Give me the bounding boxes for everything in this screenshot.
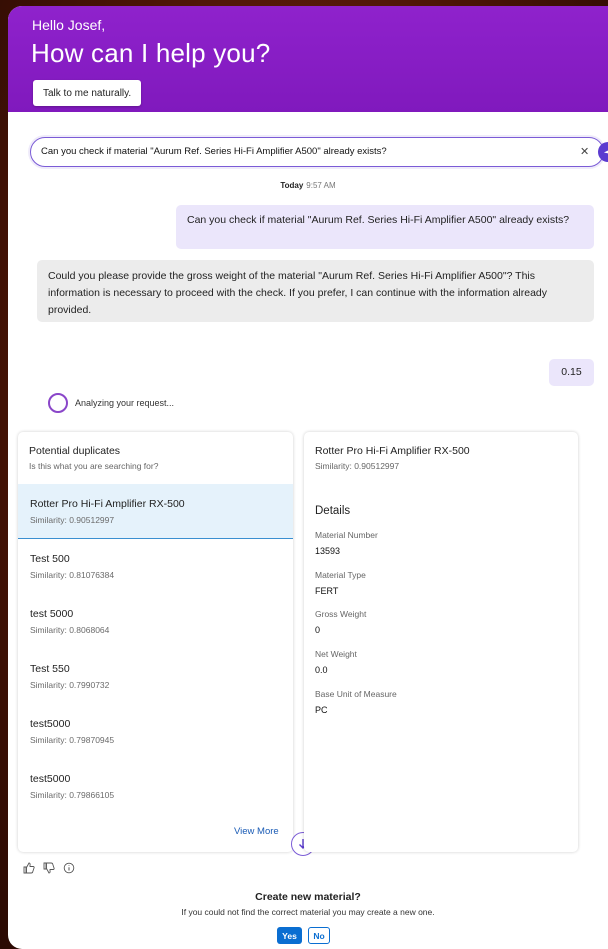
message-timestamp: Today 9:57 AM (8, 181, 608, 190)
talk-naturally-button[interactable]: Talk to me naturally. (33, 80, 142, 106)
duplicates-list: Rotter Pro Hi-Fi Amplifier RX-500 Simila… (18, 484, 293, 814)
create-material-title: Create new material? (255, 891, 361, 903)
details-similarity: Similarity: 0.90512997 (315, 461, 400, 471)
search-bar: ✕ (30, 137, 608, 167)
clear-icon[interactable]: ✕ (580, 145, 589, 158)
item-similarity: Similarity: 0.79870945 (30, 735, 115, 745)
duplicates-subtitle: Is this what you are searching for? (29, 461, 159, 471)
field-value-net-weight: 0.0 (315, 665, 328, 675)
headline: How can I help you? (31, 38, 271, 68)
bot-message: Could you please provide the gross weigh… (37, 260, 594, 322)
spinner-icon (48, 393, 68, 413)
item-name: Rotter Pro Hi-Fi Amplifier RX-500 (30, 498, 185, 510)
no-button[interactable]: No (308, 927, 330, 944)
list-item[interactable]: test5000 Similarity: 0.79870945 (18, 704, 293, 759)
user-reply: 0.15 (549, 359, 594, 386)
details-title: Rotter Pro Hi-Fi Amplifier RX-500 (315, 445, 470, 457)
list-item[interactable]: Test 500 Similarity: 0.81076384 (18, 539, 293, 594)
item-similarity: Similarity: 0.90512997 (30, 515, 115, 525)
duplicates-title: Potential duplicates (29, 445, 121, 457)
feedback-bar (23, 861, 75, 879)
analyzing-status: Analyzing your request... (48, 393, 174, 413)
item-name: test5000 (30, 773, 71, 785)
create-material-subtitle: If you could not find the correct materi… (181, 907, 435, 917)
duplicates-card: Potential duplicates Is this what you ar… (18, 432, 293, 852)
assistant-window: Hello Josef, How can I help you? Talk to… (8, 6, 608, 949)
item-name: test5000 (30, 718, 71, 730)
item-similarity: Similarity: 0.7990732 (30, 680, 110, 690)
field-label-gross-weight: Gross Weight (315, 609, 367, 619)
item-name: Test 550 (30, 663, 70, 675)
thumbs-down-icon[interactable] (43, 861, 55, 879)
details-heading: Details (315, 505, 351, 517)
header-banner: Hello Josef, How can I help you? Talk to… (8, 6, 608, 112)
field-value-base-unit: PC (315, 705, 328, 715)
user-message: Can you check if material "Aurum Ref. Se… (176, 205, 594, 249)
list-item[interactable]: Test 550 Similarity: 0.7990732 (18, 649, 293, 704)
item-name: Test 500 (30, 553, 70, 565)
analyzing-text: Analyzing your request... (75, 398, 175, 408)
item-similarity: Similarity: 0.81076384 (30, 570, 115, 580)
item-similarity: Similarity: 0.8068064 (30, 625, 110, 635)
search-input[interactable] (41, 138, 541, 165)
item-name: test 5000 (30, 608, 74, 620)
field-label-material-type: Material Type (315, 570, 366, 580)
view-more-link[interactable]: View More (234, 826, 279, 837)
field-value-material-type: FERT (315, 586, 339, 596)
yes-button[interactable]: Yes (277, 927, 302, 944)
greeting: Hello Josef, (32, 17, 106, 33)
field-label-base-unit: Base Unit of Measure (315, 689, 397, 699)
field-label-net-weight: Net Weight (315, 649, 357, 659)
details-card: Rotter Pro Hi-Fi Amplifier RX-500 Simila… (304, 432, 578, 852)
list-item[interactable]: test5000 Similarity: 0.79866105 (18, 759, 293, 814)
list-item[interactable]: test 5000 Similarity: 0.8068064 (18, 594, 293, 649)
field-value-gross-weight: 0 (315, 625, 321, 635)
info-icon[interactable] (63, 861, 75, 879)
field-value-material-number: 13593 (315, 546, 341, 556)
thumbs-up-icon[interactable] (23, 861, 35, 879)
field-label-material-number: Material Number (315, 530, 378, 540)
send-icon[interactable] (598, 142, 608, 162)
timestamp-time: 9:57 AM (306, 181, 336, 190)
timestamp-day: Today (280, 181, 304, 190)
list-item[interactable]: Rotter Pro Hi-Fi Amplifier RX-500 Simila… (18, 484, 293, 539)
item-similarity: Similarity: 0.79866105 (30, 790, 115, 800)
